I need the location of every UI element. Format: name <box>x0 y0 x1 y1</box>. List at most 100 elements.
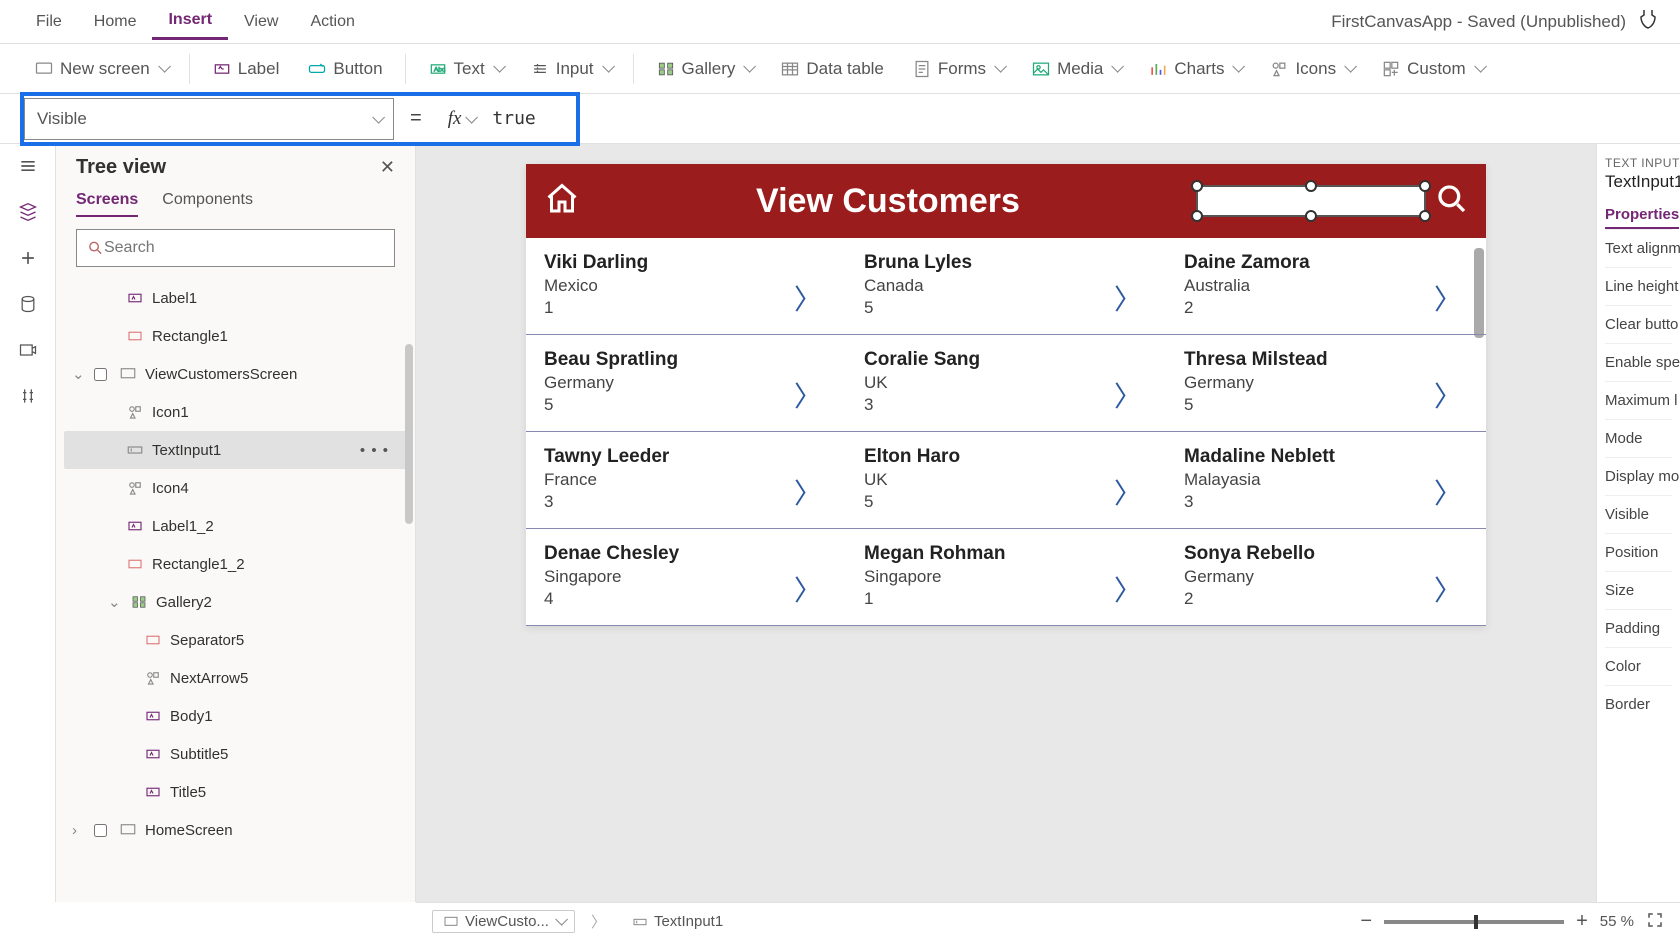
tree-node-nextarrow5[interactable]: NextArrow5 <box>64 659 407 697</box>
tree-node-title5[interactable]: Title5 <box>64 773 407 811</box>
tree-node-body1[interactable]: Body1 <box>64 697 407 735</box>
forms-dropdown[interactable]: Forms <box>902 53 1013 85</box>
data-table-button[interactable]: Data table <box>770 53 894 85</box>
tree-node-homescreen[interactable]: ›HomeScreen <box>64 811 407 849</box>
customer-gallery[interactable]: Viki DarlingMexico1〉Bruna LylesCanada5〉D… <box>526 238 1486 626</box>
chevron-right-icon[interactable]: 〉 <box>794 375 822 415</box>
tree-node-label1_2[interactable]: Label1_2 <box>64 507 407 545</box>
tree-node-icon1[interactable]: Icon1 <box>64 393 407 431</box>
data-icon[interactable] <box>16 292 40 316</box>
text-dropdown[interactable]: Abc Text <box>418 53 512 85</box>
property-row[interactable]: Text alignm <box>1605 229 1672 267</box>
search-input[interactable] <box>76 229 395 267</box>
chevron-right-icon[interactable]: 〉 <box>1434 278 1462 318</box>
property-row[interactable]: Display mo <box>1605 457 1672 495</box>
canvas-app[interactable]: View Customers Viki DarlingMexico1〉Bruna… <box>526 164 1486 626</box>
icons-dropdown[interactable]: Icons <box>1259 53 1363 85</box>
zoom-slider[interactable] <box>1384 920 1564 924</box>
custom-dropdown[interactable]: Custom <box>1371 53 1493 85</box>
breadcrumb-control[interactable]: TextInput1 <box>622 911 733 932</box>
tree-node-icon4[interactable]: Icon4 <box>64 469 407 507</box>
hamburger-icon[interactable] <box>16 154 40 178</box>
tab-screens[interactable]: Screens <box>76 191 138 217</box>
app-checker-icon[interactable] <box>1636 7 1660 37</box>
chevron-right-icon[interactable]: 〉 <box>1434 375 1462 415</box>
chevron-right-icon[interactable]: 〉 <box>794 569 822 609</box>
property-row[interactable]: Padding <box>1605 609 1672 647</box>
charts-dropdown[interactable]: Charts <box>1138 53 1251 85</box>
tree-node-label1[interactable]: Label1 <box>64 279 407 317</box>
chevron-right-icon[interactable]: 〉 <box>794 472 822 512</box>
home-icon[interactable] <box>544 181 580 222</box>
property-row[interactable]: Mode <box>1605 419 1672 457</box>
gallery-item[interactable]: Sonya RebelloGermany2〉 <box>1166 529 1486 626</box>
property-row[interactable]: Size <box>1605 571 1672 609</box>
node-label: Label1 <box>152 290 197 307</box>
tools-icon[interactable] <box>16 384 40 408</box>
zoom-out-button[interactable]: − <box>1360 910 1372 933</box>
formula-input[interactable]: true <box>484 108 535 129</box>
tree-node-gallery2[interactable]: ⌄Gallery2 <box>64 583 407 621</box>
property-selector[interactable]: Visible <box>24 98 394 140</box>
property-row[interactable]: Maximum l <box>1605 381 1672 419</box>
gallery-dropdown[interactable]: Gallery <box>646 53 763 85</box>
gallery-item[interactable]: Daine ZamoraAustralia2〉 <box>1166 238 1486 335</box>
fullscreen-icon[interactable] <box>1646 911 1664 933</box>
gallery-item[interactable]: Megan RohmanSingapore1〉 <box>846 529 1166 626</box>
gallery-item[interactable]: Bruna LylesCanada5〉 <box>846 238 1166 335</box>
gallery-item[interactable]: Denae ChesleySingapore4〉 <box>526 529 846 626</box>
menu-view[interactable]: View <box>228 5 294 39</box>
search-field[interactable] <box>104 239 384 257</box>
property-row[interactable]: Visible <box>1605 495 1672 533</box>
control-name[interactable]: TextInput1 <box>1605 172 1672 192</box>
property-row[interactable]: Line height <box>1605 267 1672 305</box>
chevron-right-icon[interactable]: 〉 <box>1434 569 1462 609</box>
gallery-item[interactable]: Elton HaroUK5〉 <box>846 432 1166 529</box>
zoom-in-button[interactable]: + <box>1576 910 1588 933</box>
tree-scrollbar[interactable] <box>405 344 413 524</box>
tree-node-subtitle5[interactable]: Subtitle5 <box>64 735 407 773</box>
menu-insert[interactable]: Insert <box>152 3 228 40</box>
menu-action[interactable]: Action <box>294 5 370 39</box>
new-screen-button[interactable]: New screen <box>24 53 177 85</box>
fx-button[interactable]: fx <box>438 108 485 130</box>
chevron-right-icon[interactable]: 〉 <box>1114 278 1142 318</box>
property-row[interactable]: Border <box>1605 685 1672 723</box>
gallery-item[interactable]: Thresa MilsteadGermany5〉 <box>1166 335 1486 432</box>
media-rail-icon[interactable] <box>16 338 40 362</box>
gallery-item[interactable]: Tawny LeederFrance3〉 <box>526 432 846 529</box>
tree-node-rectangle1_2[interactable]: Rectangle1_2 <box>64 545 407 583</box>
close-icon[interactable]: ✕ <box>380 157 395 178</box>
chevron-right-icon[interactable]: 〉 <box>1114 472 1142 512</box>
chevron-right-icon[interactable]: 〉 <box>1434 472 1462 512</box>
property-row[interactable]: Clear butto <box>1605 305 1672 343</box>
menu-home[interactable]: Home <box>78 5 153 39</box>
gallery-item[interactable]: Viki DarlingMexico1〉 <box>526 238 846 335</box>
media-dropdown[interactable]: Media <box>1021 53 1130 85</box>
tree-node-separator5[interactable]: Separator5 <box>64 621 407 659</box>
tree-node-rectangle1[interactable]: Rectangle1 <box>64 317 407 355</box>
tree-node-viewcustomersscreen[interactable]: ⌄ViewCustomersScreen <box>64 355 407 393</box>
tree-view-icon[interactable] <box>16 200 40 224</box>
label-button[interactable]: Label <box>202 53 290 85</box>
tree-node-textinput1[interactable]: TextInput1• • • <box>64 431 407 469</box>
insert-icon[interactable] <box>16 246 40 270</box>
more-icon[interactable]: • • • <box>360 442 389 459</box>
gallery-item[interactable]: Beau SpratlingGermany5〉 <box>526 335 846 432</box>
tab-properties[interactable]: Properties <box>1605 206 1679 229</box>
tab-components[interactable]: Components <box>162 191 253 217</box>
chevron-right-icon[interactable]: 〉 <box>794 278 822 318</box>
breadcrumb-screen[interactable]: ViewCusto... <box>432 910 575 933</box>
selected-textinput[interactable] <box>1196 185 1426 217</box>
gallery-item[interactable]: Coralie SangUK3〉 <box>846 335 1166 432</box>
chevron-right-icon[interactable]: 〉 <box>1114 569 1142 609</box>
chevron-right-icon[interactable]: 〉 <box>1114 375 1142 415</box>
input-dropdown[interactable]: Input <box>520 53 621 85</box>
property-row[interactable]: Position <box>1605 533 1672 571</box>
search-icon[interactable] <box>1436 183 1468 220</box>
property-row[interactable]: Enable spel <box>1605 343 1672 381</box>
gallery-item[interactable]: Madaline NeblettMalayasia3〉 <box>1166 432 1486 529</box>
menu-file[interactable]: File <box>20 5 78 39</box>
button-button[interactable]: Button <box>297 53 392 85</box>
property-row[interactable]: Color <box>1605 647 1672 685</box>
